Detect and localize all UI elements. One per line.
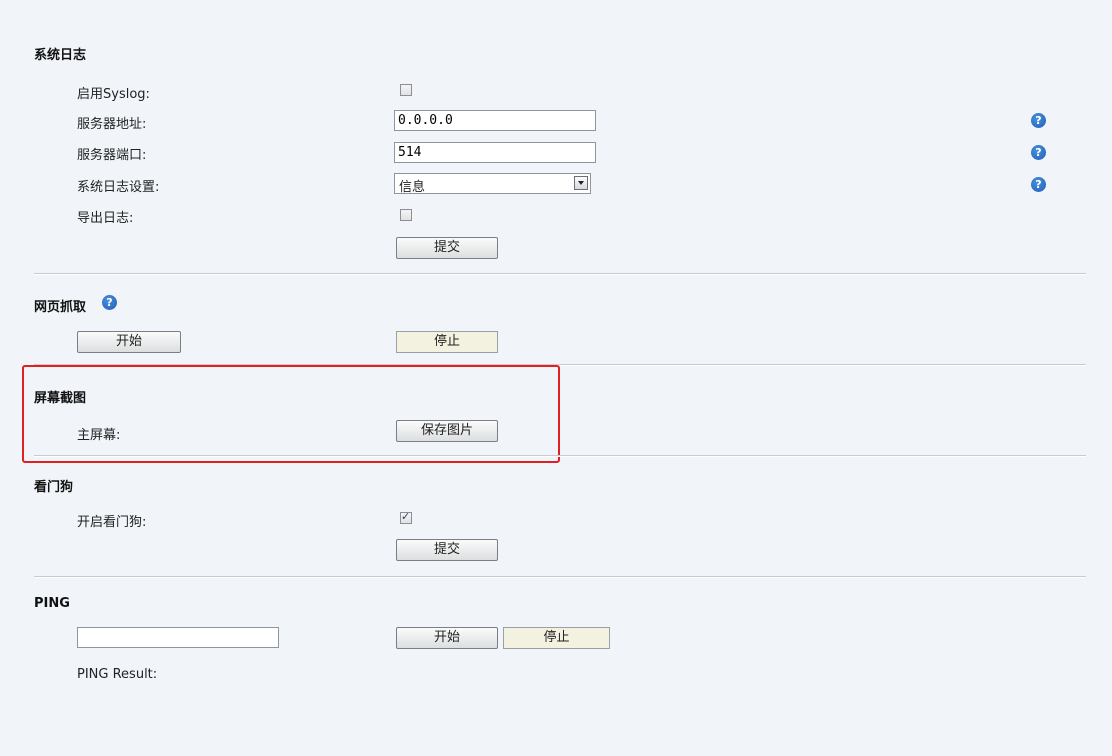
watchdog-section-title: 看门狗 — [34, 480, 74, 495]
server-port-input[interactable] — [394, 142, 596, 163]
divider — [34, 576, 1086, 578]
syslog-enable-checkbox[interactable] — [400, 84, 412, 96]
watchdog-submit-button[interactable]: 提交 — [396, 539, 498, 561]
ping-stop-button[interactable]: 停止 — [503, 627, 610, 649]
ping-start-button[interactable]: 开始 — [396, 627, 498, 649]
syslog-enable-label: 启用Syslog: — [77, 87, 150, 102]
syslog-level-select[interactable]: 信息 — [394, 173, 591, 195]
server-address-label: 服务器地址: — [77, 117, 147, 132]
capture-section-title: 网页抓取 — [34, 300, 87, 315]
ping-section-title: PING — [34, 596, 70, 611]
capture-stop-button[interactable]: 停止 — [396, 331, 498, 353]
server-port-help-icon[interactable]: ? — [1031, 145, 1046, 160]
divider — [34, 273, 1086, 275]
dropdown-arrow-icon[interactable] — [574, 176, 588, 190]
capture-start-button[interactable]: 开始 — [77, 331, 181, 353]
syslog-level-label: 系统日志设置: — [77, 180, 160, 195]
syslog-level-help-icon[interactable]: ? — [1031, 177, 1046, 192]
server-port-label: 服务器端口: — [77, 148, 147, 163]
divider — [34, 455, 1086, 457]
highlight-box — [22, 365, 560, 463]
server-address-input[interactable] — [394, 110, 596, 131]
syslog-section-title: 系统日志 — [34, 48, 87, 63]
server-address-help-icon[interactable]: ? — [1031, 113, 1046, 128]
watchdog-enable-label: 开启看门狗: — [77, 515, 147, 530]
export-log-checkbox[interactable] — [400, 209, 412, 221]
ping-address-input[interactable] — [77, 627, 279, 648]
ping-result-label: PING Result: — [77, 667, 158, 682]
watchdog-enable-checkbox[interactable] — [400, 510, 412, 524]
export-log-label: 导出日志: — [77, 211, 134, 226]
capture-help-icon[interactable]: ? — [102, 295, 117, 310]
syslog-level-value: 信息 — [399, 180, 426, 195]
syslog-submit-button[interactable]: 提交 — [396, 237, 498, 259]
